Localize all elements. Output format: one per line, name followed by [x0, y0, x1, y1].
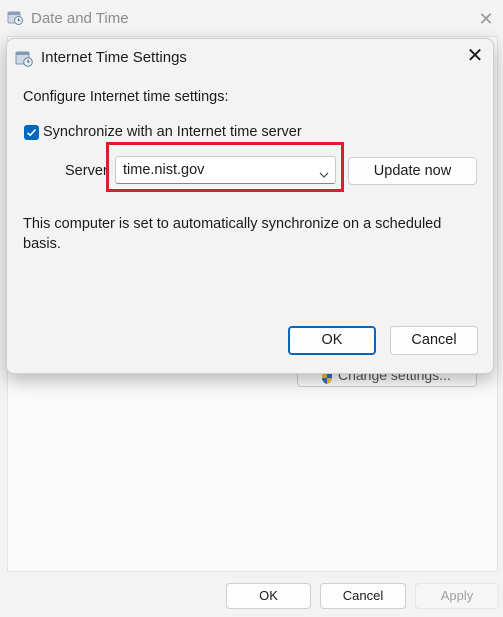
server-select[interactable]: time.nist.gov — [115, 156, 336, 184]
date-time-icon — [7, 9, 23, 25]
configure-label: Configure Internet time settings: — [23, 89, 229, 105]
ok-button[interactable]: OK — [288, 326, 376, 355]
bg-cancel-button[interactable]: Cancel — [320, 583, 406, 609]
close-icon[interactable]: ✕ — [463, 44, 487, 68]
bg-ok-button[interactable]: OK — [226, 583, 311, 609]
close-icon[interactable]: ✕ — [476, 9, 496, 29]
dialog-title: Internet Time Settings — [41, 49, 187, 66]
cancel-button[interactable]: Cancel — [390, 326, 478, 355]
chevron-down-icon — [319, 166, 329, 178]
internet-time-settings-dialog: Internet Time Settings ✕ Configure Inter… — [6, 38, 494, 374]
sync-status-text: This computer is set to automatically sy… — [23, 216, 442, 252]
sync-label[interactable]: Synchronize with an Internet time server — [43, 124, 302, 140]
internet-time-icon — [15, 49, 33, 67]
bg-apply-button: Apply — [415, 583, 499, 609]
sync-checkbox[interactable] — [24, 125, 39, 140]
date-and-time-title: Date and Time — [31, 10, 129, 27]
update-now-button[interactable]: Update now — [348, 157, 477, 185]
server-value: time.nist.gov — [123, 162, 205, 178]
server-label: Server — [65, 163, 108, 179]
date-and-time-titlebar: Date and Time ✕ — [0, 0, 503, 38]
